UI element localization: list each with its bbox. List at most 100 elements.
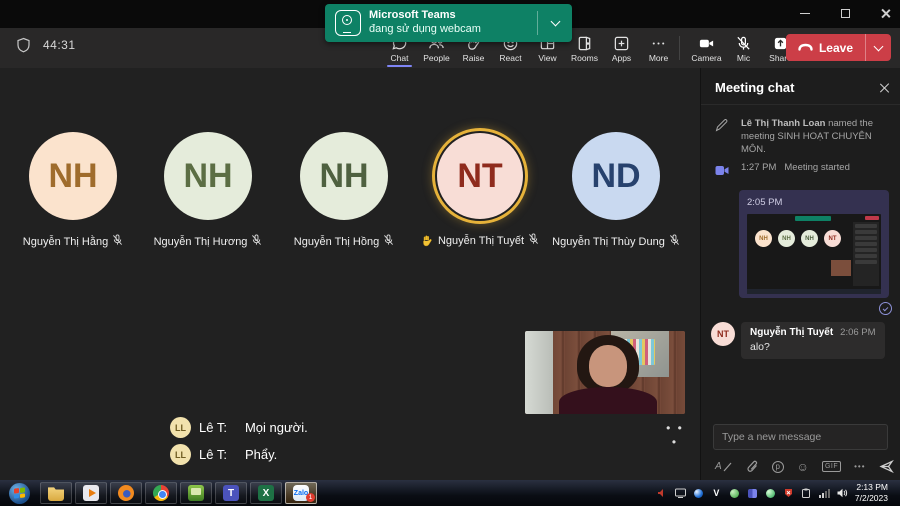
- webcam-notification[interactable]: Microsoft Teams đang sử dụng webcam: [325, 4, 572, 42]
- message-time: 2:05 PM: [747, 197, 881, 208]
- leave-button-group: Leave: [786, 34, 891, 61]
- participant-tile[interactable]: NH Nguyễn Thị Hương: [143, 132, 273, 249]
- caption-speaker: Lê T:: [199, 447, 227, 462]
- taskbar-clock[interactable]: 2:13 PM 7/2/2023: [855, 482, 892, 504]
- windows-taskbar: T X Zalo1 V 2:13 PM 7/2/2023: [0, 480, 900, 506]
- folder-icon: [48, 485, 64, 501]
- media-player-icon: [83, 485, 99, 501]
- taskbar-teams[interactable]: T: [215, 482, 247, 504]
- chat-image-message[interactable]: 2:05 PM NH NH NH NT: [739, 190, 889, 298]
- leave-button[interactable]: Leave: [786, 34, 865, 61]
- taskbar-firefox[interactable]: [110, 482, 142, 504]
- caption-text: Phẩy.: [245, 447, 277, 462]
- format-button[interactable]: A: [715, 460, 733, 473]
- tray-app-blue-icon[interactable]: [693, 488, 704, 499]
- video-camera-icon: [715, 165, 729, 176]
- tray-action-center-icon[interactable]: [783, 488, 794, 499]
- caption-text: Mọi người.: [245, 420, 308, 435]
- presenter-video-tile[interactable]: [525, 331, 685, 414]
- minimize-icon: [800, 13, 810, 14]
- live-caption-line: LL Lê T: Phẩy.: [170, 444, 277, 465]
- tray-vpn-icon[interactable]: V: [711, 488, 722, 499]
- chat-message-input[interactable]: [713, 424, 888, 450]
- taskbar-excel[interactable]: X: [250, 482, 282, 504]
- tab-apps[interactable]: Apps: [603, 30, 640, 68]
- format-pen-icon: [720, 460, 733, 473]
- tab-more[interactable]: More: [640, 30, 677, 68]
- send-icon: [879, 459, 894, 474]
- caption-avatar: LL: [170, 444, 191, 465]
- close-icon: [880, 8, 891, 19]
- tray-display-icon[interactable]: [675, 488, 686, 499]
- chat-event-rename: Lê Thị Thanh Loan named the meeting SINH…: [715, 118, 892, 156]
- meeting-timer: 44:31: [43, 38, 76, 52]
- more-icon: •••: [854, 462, 865, 471]
- event-author: Lê Thị Thanh Loan: [741, 118, 825, 129]
- tray-ccleaner-icon[interactable]: [729, 488, 740, 499]
- participant-name: Nguyễn Thị Hằng: [23, 236, 108, 248]
- chevron-down-icon: [874, 41, 884, 51]
- camera-button[interactable]: Camera: [688, 30, 725, 68]
- excel-icon: X: [258, 485, 274, 501]
- chat-header-divider: [701, 104, 900, 105]
- leave-options-button[interactable]: [865, 34, 891, 61]
- tray-volume-icon[interactable]: [837, 488, 848, 499]
- event-text: Meeting started: [784, 162, 849, 173]
- participant-tile[interactable]: NH Nguyễn Thị Hằng: [8, 132, 138, 249]
- shield-icon: [16, 37, 31, 53]
- message-bubble[interactable]: Nguyễn Thị Tuyết2:06 PM alo?: [741, 322, 885, 359]
- video-more-options-button[interactable]: • • •: [662, 421, 688, 449]
- mic-button[interactable]: Mic: [725, 30, 762, 68]
- taskbar-chrome[interactable]: [145, 482, 177, 504]
- chat-event-meeting-started: 1:27 PMMeeting started: [715, 162, 892, 181]
- pencil-icon: [715, 119, 728, 132]
- chat-close-button[interactable]: [878, 82, 890, 94]
- notification-expand-button[interactable]: [538, 4, 572, 42]
- tray-network-icon[interactable]: [819, 488, 830, 499]
- tray-clipboard-icon[interactable]: [801, 488, 812, 499]
- chevron-down-icon: [550, 17, 560, 27]
- gif-button[interactable]: GIF: [822, 461, 841, 472]
- avatar: NT: [711, 322, 735, 346]
- loop-component-button[interactable]: p: [772, 461, 784, 473]
- tray-teams-icon[interactable]: [747, 488, 758, 499]
- participant-tile[interactable]: NT Nguyễn Thị Tuyết: [415, 132, 545, 248]
- taskbar-photos-app[interactable]: [180, 482, 212, 504]
- message-seen-indicator: [879, 302, 892, 315]
- participant-tile[interactable]: ND Nguyễn Thị Thùy Dung: [551, 132, 681, 249]
- camera-icon: [698, 35, 715, 52]
- caption-avatar: LL: [170, 417, 191, 438]
- avatar: NH: [164, 132, 252, 220]
- meeting-chat-panel: Meeting chat Lê Thị Thanh Loan named the…: [700, 68, 900, 480]
- teams-icon: T: [223, 485, 239, 501]
- message-text: alo?: [750, 341, 876, 353]
- taskbar-media-player[interactable]: [75, 482, 107, 504]
- participant-name: Nguyễn Thị Tuyết: [438, 235, 524, 247]
- close-button[interactable]: [876, 4, 894, 22]
- send-button[interactable]: [879, 459, 894, 474]
- taskbar-zalo[interactable]: Zalo1: [285, 482, 317, 504]
- live-caption-line: LL Lê T: Mọi người.: [170, 417, 308, 438]
- taskbar-explorer[interactable]: [40, 482, 72, 504]
- compose-more-button[interactable]: •••: [854, 462, 865, 471]
- participant-name: Nguyễn Thị Hồng: [294, 236, 379, 248]
- notification-app-name: Microsoft Teams: [369, 9, 533, 23]
- emoji-button[interactable]: ☺: [797, 460, 809, 474]
- windows-logo-icon: [9, 483, 30, 504]
- chat-image-thumbnail[interactable]: NH NH NH NT: [747, 214, 881, 294]
- maximize-button[interactable]: [836, 4, 854, 22]
- attach-button[interactable]: [746, 460, 759, 473]
- participant-tile[interactable]: NH Nguyễn Thị Hồng: [279, 132, 409, 249]
- tray-zalo-icon[interactable]: [765, 488, 776, 499]
- mic-muted-icon: [383, 234, 394, 249]
- minimize-button[interactable]: [796, 4, 814, 22]
- mic-muted-icon: [112, 234, 123, 249]
- tray-audio-icon[interactable]: [657, 488, 668, 499]
- loop-icon: p: [772, 461, 784, 473]
- mic-muted-icon: [251, 234, 262, 249]
- caption-speaker: Lê T:: [199, 420, 227, 435]
- gif-icon: GIF: [822, 461, 841, 472]
- participant-name: Nguyễn Thị Thùy Dung: [552, 236, 665, 248]
- start-button[interactable]: [4, 481, 34, 505]
- emoji-icon: ☺: [797, 460, 809, 474]
